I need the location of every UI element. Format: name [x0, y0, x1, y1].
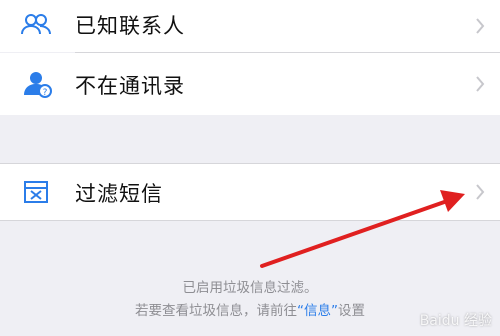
known-contacts-row[interactable]: 已知联系人 [0, 0, 500, 52]
unknown-contact-icon: ? [24, 72, 52, 98]
filter-help-prefix: 若要查看垃圾信息，请前往 [135, 303, 297, 319]
contacts-icon [21, 14, 51, 35]
unknown-senders-label: 不在通讯录 [75, 74, 185, 98]
filter-box-icon [24, 181, 48, 203]
chevron-right-icon [476, 184, 485, 200]
chevron-right-icon [476, 76, 485, 92]
filter-help-suffix: 设置 [338, 303, 365, 319]
messages-settings-link[interactable]: “信息” [297, 303, 338, 319]
chevron-right-icon [476, 18, 485, 34]
filter-messages-label: 过滤短信 [75, 182, 163, 206]
separator [0, 220, 500, 221]
filter-status-text: 已启用垃圾信息过滤。 [182, 280, 318, 296]
filter-messages-row[interactable]: 过滤短信 [0, 164, 500, 220]
unknown-senders-row[interactable]: ? 不在通讯录 [0, 53, 500, 115]
svg-text:?: ? [43, 88, 48, 98]
known-contacts-label: 已知联系人 [75, 14, 185, 38]
watermark: Baidu 经验 [419, 313, 492, 329]
